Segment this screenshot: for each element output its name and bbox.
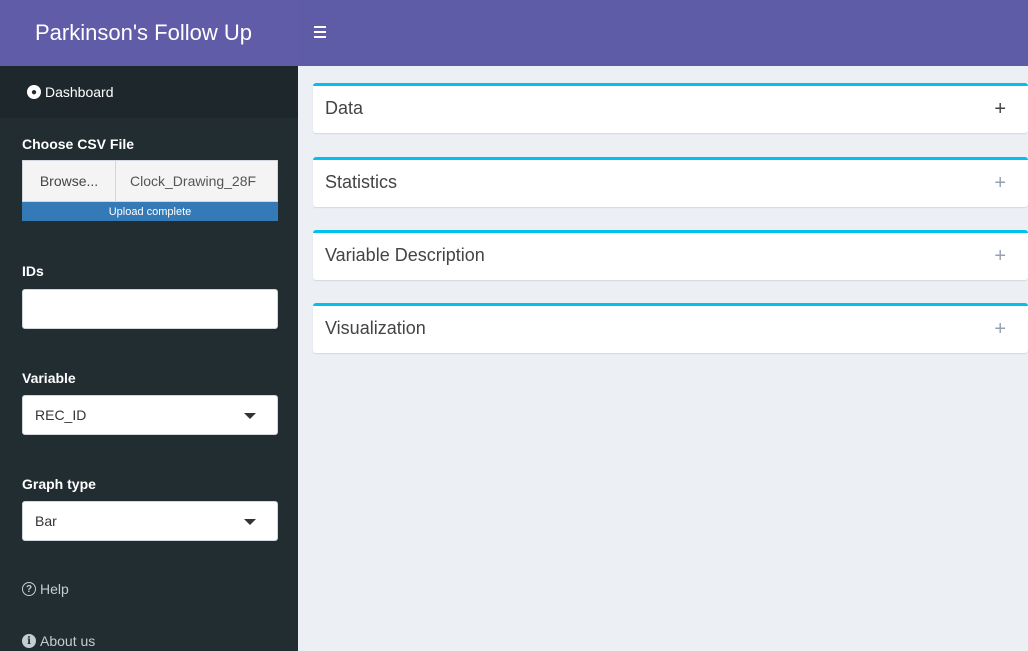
- box-title: Statistics: [325, 172, 398, 192]
- dashboard-icon: ●: [27, 85, 41, 99]
- caret-down-icon: [244, 413, 256, 419]
- ids-label: IDs: [22, 263, 44, 279]
- variable-select[interactable]: REC_ID: [22, 395, 278, 435]
- box-title: Variable Description: [325, 245, 485, 265]
- ids-input[interactable]: [22, 289, 278, 329]
- file-name-field[interactable]: Clock_Drawing_28F: [116, 161, 277, 201]
- file-input-label: Choose CSV File: [22, 136, 135, 152]
- top-navbar: [298, 0, 1028, 66]
- sidebar-item-label: About us: [40, 633, 96, 649]
- box-title: Visualization: [325, 318, 426, 338]
- info-circle-icon: i: [22, 634, 36, 648]
- sidebar-item-dashboard[interactable]: ● Dashboard: [0, 66, 298, 118]
- plus-icon[interactable]: +: [994, 172, 1028, 195]
- graph-type-label: Graph type: [22, 476, 96, 492]
- plus-icon[interactable]: +: [994, 98, 1028, 121]
- sidebar-item-label: Help: [40, 581, 69, 597]
- graph-type-select[interactable]: Bar: [22, 501, 278, 541]
- app: Parkinson's Follow Up ● Dashboard Choose…: [0, 0, 1028, 651]
- file-input: Browse... Clock_Drawing_28F: [22, 160, 278, 202]
- plus-icon[interactable]: +: [994, 245, 1028, 268]
- variable-selected-value: REC_ID: [35, 407, 87, 423]
- sidebar: ● Dashboard Choose CSV File Browse... Cl…: [0, 66, 298, 651]
- caret-down-icon: [244, 519, 256, 525]
- question-circle-icon: ?: [22, 582, 36, 596]
- variable-label: Variable: [22, 370, 76, 386]
- upload-progress-bar: Upload complete: [22, 202, 278, 221]
- box-title: Data: [325, 98, 364, 118]
- hamburger-icon[interactable]: [314, 26, 326, 38]
- graph-type-selected-value: Bar: [35, 513, 57, 529]
- sidebar-item-help[interactable]: ? Help: [22, 581, 69, 597]
- upload-status: Upload complete: [108, 205, 192, 218]
- box-data[interactable]: Data +: [313, 83, 1028, 133]
- browse-button[interactable]: Browse...: [23, 161, 116, 201]
- box-visualization[interactable]: Visualization +: [313, 303, 1028, 353]
- sidebar-item-label: Dashboard: [45, 84, 114, 100]
- plus-icon[interactable]: +: [994, 318, 1028, 341]
- box-variable-description[interactable]: Variable Description +: [313, 230, 1028, 280]
- box-statistics[interactable]: Statistics +: [313, 157, 1028, 207]
- app-title[interactable]: Parkinson's Follow Up: [0, 0, 298, 66]
- sidebar-item-about[interactable]: i About us: [22, 633, 95, 649]
